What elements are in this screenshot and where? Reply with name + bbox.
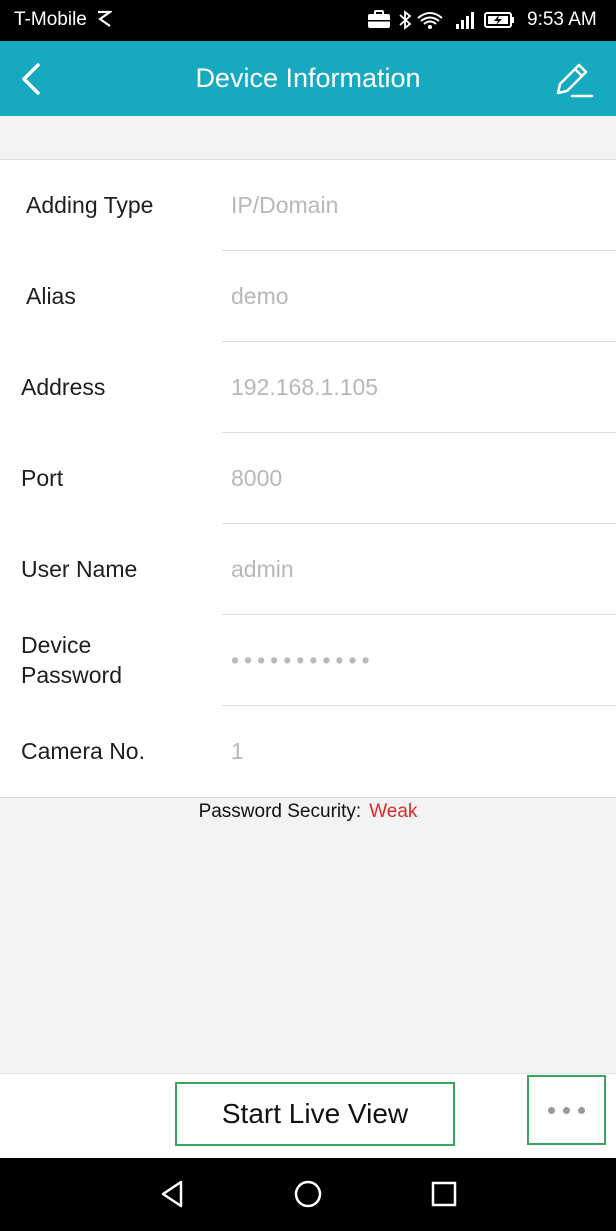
- status-icons: [368, 10, 514, 30]
- more-horizontal-icon: [548, 1106, 555, 1114]
- camera-no-label: Camera No.: [21, 738, 145, 764]
- password-security-label: Password Security:: [198, 801, 362, 822]
- device-password-label: Device Password: [21, 632, 122, 688]
- alias-field[interactable]: demo: [231, 251, 289, 341]
- battery-charging-icon: [484, 12, 514, 28]
- wifi-icon: [417, 12, 443, 29]
- adding-type-value[interactable]: IP/Domain: [231, 160, 338, 250]
- row-address[interactable]: Address 192.168.1.105: [0, 342, 616, 433]
- alias-label: Alias: [26, 283, 76, 309]
- more-horizontal-icon: [578, 1106, 585, 1114]
- more-options-button[interactable]: [527, 1075, 606, 1145]
- bottom-action-bar: Start Live View: [0, 1073, 616, 1159]
- port-label: Port: [21, 465, 64, 491]
- pencil-edit-icon: [556, 63, 594, 98]
- row-adding-type[interactable]: Adding Type IP/Domain: [0, 160, 616, 251]
- carrier-name: T-Mobile: [14, 9, 87, 30]
- start-live-view-button[interactable]: Start Live View: [175, 1082, 455, 1146]
- recents-square-icon[interactable]: [428, 1178, 460, 1210]
- row-user-name[interactable]: User Name admin: [0, 524, 616, 615]
- camera-no-field[interactable]: 1: [231, 706, 244, 796]
- clock: 9:53 AM: [527, 9, 597, 30]
- port-field[interactable]: 8000: [231, 433, 282, 523]
- row-camera-no[interactable]: Camera No. 1: [0, 706, 616, 797]
- password-strength-value: Weak: [369, 801, 418, 822]
- page-title: Device Information: [195, 63, 421, 93]
- carrier-logo-icon: [98, 10, 112, 27]
- row-device-password[interactable]: Device Password •••••••••••: [0, 615, 616, 706]
- edit-button[interactable]: [550, 59, 596, 101]
- row-port[interactable]: Port 8000: [0, 433, 616, 524]
- signal-icon: [456, 12, 474, 29]
- user-name-label: User Name: [21, 556, 138, 582]
- status-bar: T-Mobile 9:53 AM: [0, 0, 616, 41]
- briefcase-icon: [368, 10, 390, 28]
- home-circle-icon[interactable]: [292, 1178, 324, 1210]
- more-horizontal-icon: [563, 1106, 570, 1114]
- address-label: Address: [21, 374, 106, 400]
- adding-type-label: Adding Type: [26, 192, 154, 218]
- address-field[interactable]: 192.168.1.105: [231, 342, 378, 432]
- password-security: Password Security: Weak: [0, 801, 616, 823]
- system-nav-bar: [0, 1158, 616, 1231]
- title-bar: Device Information: [0, 41, 616, 116]
- user-name-field[interactable]: admin: [231, 524, 294, 614]
- bluetooth-icon: [399, 10, 412, 30]
- row-alias[interactable]: Alias demo: [0, 251, 616, 342]
- device-info-form: Adding Type IP/Domain Alias demo Address…: [0, 159, 616, 798]
- device-password-field[interactable]: •••••••••••: [231, 615, 375, 705]
- back-triangle-icon[interactable]: [156, 1178, 188, 1210]
